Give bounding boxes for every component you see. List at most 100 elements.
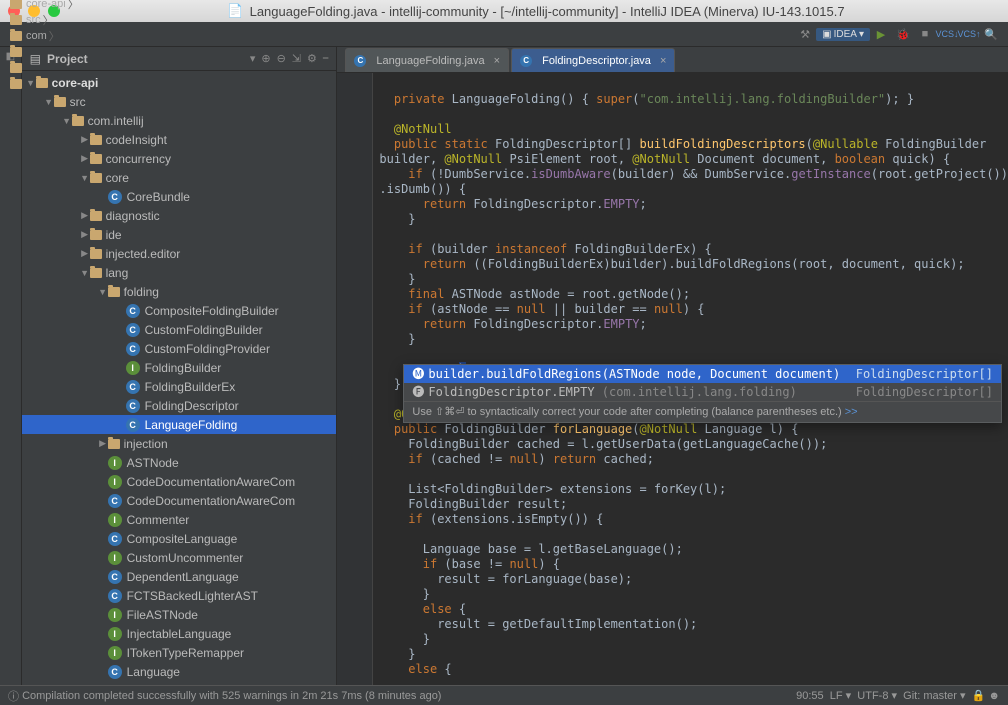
editor-tabs[interactable]: CLanguageFolding.java×CFoldingDescriptor…	[337, 47, 1008, 73]
hide-icon[interactable]: ⎯	[323, 52, 329, 65]
encoding[interactable]: UTF-8 ▾	[857, 689, 897, 702]
tree-node[interactable]: CLanguage	[22, 662, 337, 681]
interface-icon: I	[108, 475, 122, 489]
tree-label: src	[70, 95, 86, 109]
tree-node[interactable]: ▶codeInsight	[22, 130, 337, 149]
tree-node[interactable]: ICommenter	[22, 510, 337, 529]
tree-twistie-icon[interactable]: ▶	[80, 248, 90, 259]
breadcrumb-item[interactable]: com〉	[6, 28, 129, 44]
status-message: Compilation completed successfully with …	[22, 690, 441, 702]
tree-node[interactable]: ▶ injection	[22, 434, 337, 453]
tree-twistie-icon[interactable]: ▶	[98, 438, 108, 449]
tree-node[interactable]: IFoldingBuilder	[22, 358, 337, 377]
tree-label: Commenter	[127, 513, 190, 527]
tree-node[interactable]: I ASTNode	[22, 453, 337, 472]
tree-label: com.intellij	[88, 114, 144, 128]
debug-icon[interactable]: 🐞	[895, 26, 911, 42]
tree-label: injection	[124, 437, 168, 451]
completion-item[interactable]: 🅕FoldingDescriptor.EMPTY (com.intellij.l…	[404, 383, 1001, 401]
project-tree[interactable]: ▼core-api▼src▼com.intellij▶codeInsight▶c…	[22, 71, 337, 685]
tree-label: ASTNode	[127, 456, 179, 470]
tree-twistie-icon[interactable]: ▼	[44, 97, 54, 107]
tree-label: CompositeLanguage	[127, 532, 238, 546]
line-separator[interactable]: LF ▾	[830, 689, 851, 702]
tree-twistie-icon[interactable]: ▼	[98, 287, 108, 297]
tree-node[interactable]: CCustomFoldingProvider	[22, 339, 337, 358]
tree-label: ide	[106, 228, 122, 242]
tree-node[interactable]: CCoreBundle	[22, 187, 337, 206]
completion-popup[interactable]: 🅜builder.buildFoldRegions(ASTNode node, …	[403, 364, 1002, 423]
collapse-icon[interactable]: ⇲	[292, 52, 301, 65]
tree-node[interactable]: CFCTSBackedLighterAST	[22, 586, 337, 605]
tree-node[interactable]: CCompositeFoldingBuilder	[22, 301, 337, 320]
tree-node[interactable]: ▼core-api	[22, 73, 337, 92]
tree-node[interactable]: CFoldingBuilderEx	[22, 377, 337, 396]
tree-twistie-icon[interactable]: ▼	[80, 268, 90, 278]
run-icon[interactable]: ▶	[873, 26, 889, 42]
tree-label: CompositeFoldingBuilder	[145, 304, 279, 318]
tree-node[interactable]: IFileASTNode	[22, 605, 337, 624]
hector-icon[interactable]: ☻	[988, 690, 1000, 702]
tree-node[interactable]: C CompositeLanguage	[22, 529, 337, 548]
breadcrumb-item[interactable]: core-api〉	[6, 0, 129, 12]
tree-label: CustomUncommenter	[127, 551, 244, 565]
tree-node[interactable]: CDependentLanguage	[22, 567, 337, 586]
git-branch[interactable]: Git: master ▾	[903, 689, 965, 702]
tree-twistie-icon[interactable]: ▼	[26, 78, 36, 88]
hint-link[interactable]: >>	[845, 406, 858, 418]
close-icon[interactable]: ×	[494, 55, 500, 67]
tree-node[interactable]: ▼ core	[22, 168, 337, 187]
tree-node[interactable]: ▼folding	[22, 282, 337, 301]
tree-node[interactable]: ICodeDocumentationAwareCom	[22, 472, 337, 491]
class-icon: C	[126, 342, 140, 356]
class-icon: C	[108, 494, 122, 508]
search-icon[interactable]: 🔍	[983, 26, 999, 42]
folder-icon	[90, 268, 102, 278]
tree-twistie-icon[interactable]: ▶	[80, 134, 90, 145]
editor-gutter[interactable]	[337, 73, 373, 685]
lock-icon[interactable]: 🔒	[972, 689, 986, 702]
folder-icon	[72, 116, 84, 126]
tree-node[interactable]: ICustomUncommenter	[22, 548, 337, 567]
close-icon[interactable]: ×	[660, 55, 666, 67]
tree-node[interactable]: ▶diagnostic	[22, 206, 337, 225]
scroll-from-icon[interactable]: ⊖	[277, 52, 286, 65]
tree-twistie-icon[interactable]: ▶	[80, 153, 90, 164]
status-icon: ⓘ	[8, 688, 19, 704]
tree-node[interactable]: ▶injected.editor	[22, 244, 337, 263]
completion-hint: Use ⇧⌘⏎ to syntactically correct your co…	[404, 401, 1001, 422]
stop-icon[interactable]: ■	[917, 26, 933, 42]
tree-node[interactable]: CFoldingDescriptor	[22, 396, 337, 415]
gear-icon[interactable]: ⚙	[307, 52, 317, 65]
vcs-update-icon[interactable]: VCS↓	[939, 26, 955, 42]
make-icon[interactable]: ⚒	[797, 26, 813, 42]
tree-node[interactable]: ▶ ide	[22, 225, 337, 244]
editor-tab[interactable]: CLanguageFolding.java×	[345, 48, 509, 72]
scroll-to-icon[interactable]: ⊕	[261, 52, 270, 65]
tree-node[interactable]: ▼ src	[22, 92, 337, 111]
folder-icon	[90, 230, 102, 240]
tree-node[interactable]: IInjectableLanguage	[22, 624, 337, 643]
tree-node[interactable]: CLanguageFolding	[22, 415, 337, 434]
left-stripe[interactable]: ◧	[0, 47, 22, 685]
editor-tab[interactable]: CFoldingDescriptor.java×	[511, 48, 675, 72]
completion-item[interactable]: 🅜builder.buildFoldRegions(ASTNode node, …	[404, 365, 1001, 383]
tree-twistie-icon[interactable]: ▼	[80, 173, 90, 183]
tree-node[interactable]: ▼ com.intellij	[22, 111, 337, 130]
tree-label: core	[106, 171, 129, 185]
vcs-commit-icon[interactable]: VCS↑	[961, 26, 977, 42]
class-icon: C	[108, 532, 122, 546]
tree-twistie-icon[interactable]: ▼	[62, 116, 72, 126]
view-mode-dropdown-icon[interactable]: ▾	[250, 52, 256, 65]
tree-node[interactable]: CCodeDocumentationAwareCom	[22, 491, 337, 510]
tree-node[interactable]: ▼lang	[22, 263, 337, 282]
tree-twistie-icon[interactable]: ▶	[80, 210, 90, 221]
interface-icon: I	[108, 456, 122, 470]
caret-position[interactable]: 90:55	[796, 690, 824, 702]
tree-node[interactable]: CCustomFoldingBuilder	[22, 320, 337, 339]
run-config[interactable]: ▣ IDEA ▾	[816, 28, 870, 41]
tree-node[interactable]: IITokenTypeRemapper	[22, 643, 337, 662]
breadcrumb-item[interactable]: src〉	[6, 12, 129, 28]
tree-node[interactable]: ▶concurrency	[22, 149, 337, 168]
tree-twistie-icon[interactable]: ▶	[80, 229, 90, 240]
